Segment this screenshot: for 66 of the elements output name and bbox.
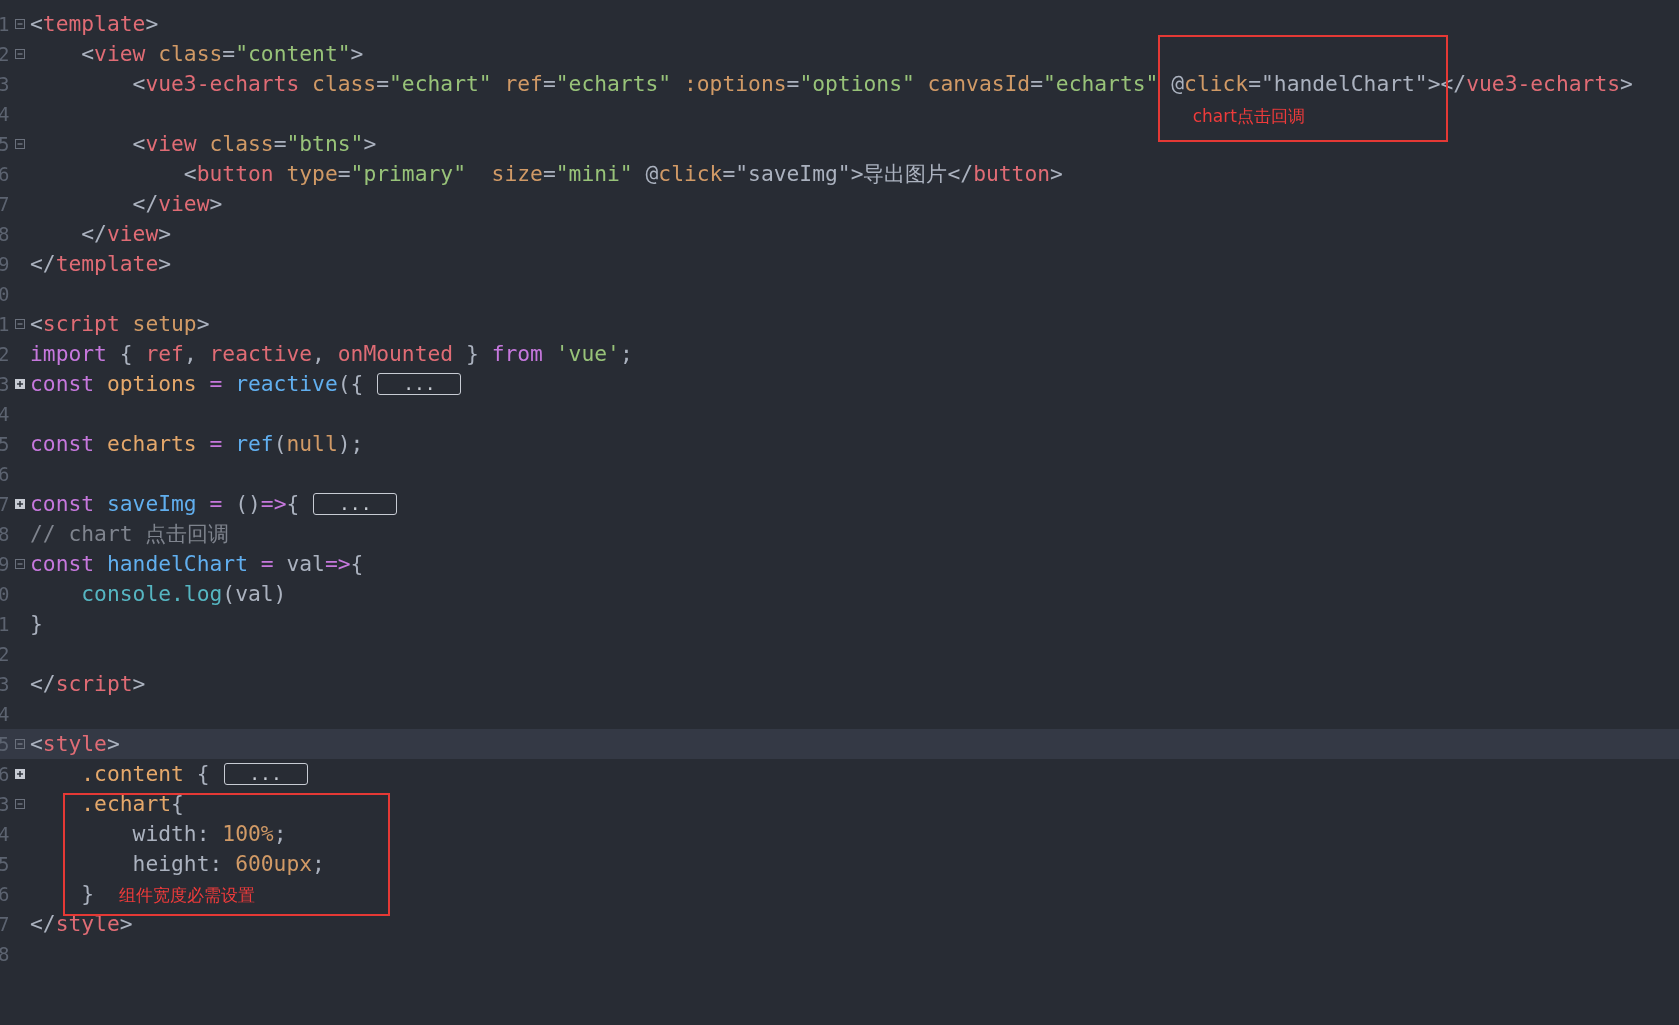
code-line: const saveImg = ()=>{ bbox=[30, 490, 300, 518]
line-number: 7 bbox=[0, 192, 10, 217]
collapse-icon[interactable] bbox=[15, 559, 25, 569]
expand-icon[interactable] bbox=[15, 769, 25, 779]
line-number: 1 bbox=[0, 12, 10, 37]
code-line: <view class="content"> bbox=[81, 40, 364, 68]
expand-icon[interactable] bbox=[15, 379, 25, 389]
line-number: 0 bbox=[0, 282, 10, 307]
code-line: console.log(val) bbox=[81, 580, 287, 608]
line-number: 3 bbox=[0, 372, 10, 397]
code-line: .content { bbox=[81, 760, 210, 788]
collapse-icon[interactable] bbox=[15, 49, 25, 59]
line-number: 6 bbox=[0, 162, 10, 187]
code-line: } bbox=[81, 880, 95, 908]
line-number: 2 bbox=[0, 342, 10, 367]
line-number: 7 bbox=[0, 912, 10, 937]
line-number: 0 bbox=[0, 582, 10, 607]
line-number: 6 bbox=[0, 882, 10, 907]
line-number: 2 bbox=[0, 642, 10, 667]
line-number: 7 bbox=[0, 492, 10, 517]
annotation-note: 组件宽度必需设置 bbox=[119, 884, 256, 907]
line-number: 1 bbox=[0, 312, 10, 337]
code-line: height: 600upx; bbox=[132, 850, 325, 878]
line-number: 6 bbox=[0, 762, 10, 787]
folded-code-button[interactable]: ... bbox=[313, 493, 398, 515]
code-line: </view> bbox=[132, 190, 223, 218]
line-number: 5 bbox=[0, 132, 10, 157]
code-line: // chart 点击回调 bbox=[30, 520, 230, 548]
line-number: 8 bbox=[0, 222, 10, 247]
code-line: .echart{ bbox=[81, 790, 184, 818]
expand-icon[interactable] bbox=[15, 499, 25, 509]
annotation-note: chart点击回调 bbox=[1192, 105, 1305, 128]
collapse-icon[interactable] bbox=[15, 739, 25, 749]
collapse-icon[interactable] bbox=[15, 139, 25, 149]
code-line: } bbox=[30, 610, 43, 638]
line-number: 9 bbox=[0, 552, 10, 577]
line-number: 3 bbox=[0, 672, 10, 697]
line-number: 5 bbox=[0, 432, 10, 457]
line-number: 2 bbox=[0, 42, 10, 67]
code-line: <view class="btns"> bbox=[132, 130, 377, 158]
code-line: const options = reactive({ bbox=[30, 370, 364, 398]
code-line: const handelChart = val=>{ bbox=[30, 550, 364, 578]
folded-code-button[interactable]: ... bbox=[377, 373, 462, 395]
line-number: 5 bbox=[0, 852, 10, 877]
line-number: 8 bbox=[0, 522, 10, 547]
code-line: <button type="primary" size="mini" @click="saveImg">导出图片</button> bbox=[183, 160, 1063, 188]
line-number: 3 bbox=[0, 792, 10, 817]
line-number: 9 bbox=[0, 252, 10, 277]
code-line: </template> bbox=[30, 250, 172, 278]
collapse-icon[interactable] bbox=[15, 799, 25, 809]
code-line: </script> bbox=[30, 670, 146, 698]
code-line: <template> bbox=[30, 10, 159, 38]
code-line: width: 100%; bbox=[132, 820, 287, 848]
code-line: </style> bbox=[30, 910, 133, 938]
line-number: 6 bbox=[0, 462, 10, 487]
line-number: 1 bbox=[0, 612, 10, 637]
collapse-icon[interactable] bbox=[15, 319, 25, 329]
code-line: <style> bbox=[30, 730, 120, 758]
code-line: import { ref, reactive, onMounted } from 'vue'; bbox=[30, 340, 633, 368]
code-line: const echarts = ref(null); bbox=[30, 430, 364, 458]
collapse-icon[interactable] bbox=[15, 19, 25, 29]
line-number: 3 bbox=[0, 72, 10, 97]
line-number: 8 bbox=[0, 942, 10, 967]
code-line: </view> bbox=[81, 220, 172, 248]
folded-code-button[interactable]: ... bbox=[223, 763, 308, 785]
code-line: <script setup> bbox=[30, 310, 210, 338]
